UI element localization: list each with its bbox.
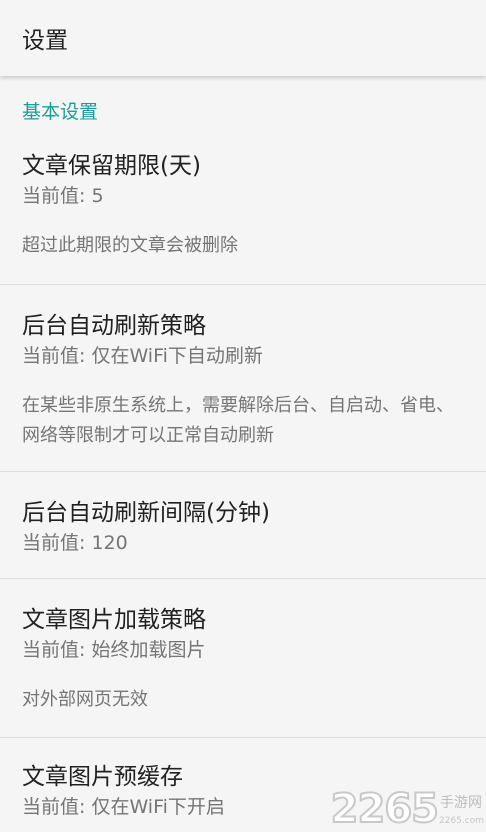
pref-summary: 对外部网页无效 bbox=[22, 689, 148, 710]
pref-title: 文章图片加载策略 bbox=[22, 607, 206, 633]
pref-value: 当前值: 仅在WiFi下自动刷新 bbox=[22, 345, 263, 367]
watermark-text: 手游网 bbox=[440, 795, 482, 811]
pref-value: 当前值: 120 bbox=[22, 532, 128, 554]
page-title: 设置 bbox=[22, 28, 68, 54]
settings-list[interactable]: 基本设置 文章保留期限(天) 当前值: 5 超过此期限的文章会被删除 后台自动刷… bbox=[0, 76, 486, 832]
pref-summary: 在某些非原生系统上，需要解除后台、自启动、省电、网络等限制才可以正常自动刷新 bbox=[22, 395, 454, 446]
watermark-logo: 2265 手游网 bbox=[330, 786, 482, 832]
pref-value: 当前值: 5 bbox=[22, 185, 104, 207]
pref-image-load-policy[interactable]: 文章图片加载策略 当前值: 始终加载图片 对外部网页无效 bbox=[0, 579, 486, 737]
pref-title: 后台自动刷新策略 bbox=[22, 313, 206, 339]
pref-title: 文章保留期限(天) bbox=[22, 153, 201, 179]
pref-summary: 超过此期限的文章会被删除 bbox=[22, 235, 238, 256]
pref-value: 当前值: 始终加载图片 bbox=[22, 639, 206, 661]
category-title: 基本设置 bbox=[22, 101, 99, 123]
watermark-number: 2265 bbox=[330, 786, 440, 832]
app-bar: 设置 bbox=[0, 0, 486, 76]
pref-title: 后台自动刷新间隔(分钟) bbox=[22, 500, 270, 526]
pref-retention-days[interactable]: 文章保留期限(天) 当前值: 5 超过此期限的文章会被删除 bbox=[0, 124, 486, 284]
pref-refresh-policy[interactable]: 后台自动刷新策略 当前值: 仅在WiFi下自动刷新 在某些非原生系统上，需要解除… bbox=[0, 285, 486, 471]
pref-refresh-interval[interactable]: 后台自动刷新间隔(分钟) 当前值: 120 bbox=[0, 472, 486, 578]
